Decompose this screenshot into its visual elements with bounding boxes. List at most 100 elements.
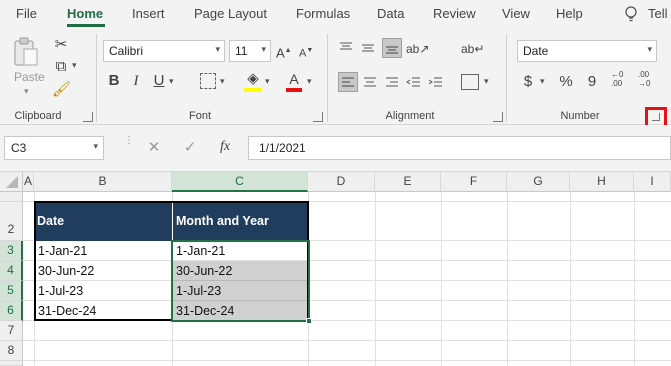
- tab-file[interactable]: File: [16, 6, 37, 21]
- cancel-icon[interactable]: ✕: [146, 139, 162, 157]
- font-color-dropdown-icon[interactable]: ▾: [307, 76, 312, 87]
- tab-data[interactable]: Data: [377, 6, 404, 21]
- row-header-8[interactable]: 8: [0, 341, 23, 361]
- tab-tell-me[interactable]: Tell: [648, 6, 668, 21]
- enter-icon[interactable]: ✓: [182, 139, 198, 157]
- align-middle-icon[interactable]: [360, 40, 376, 56]
- increase-indent-icon[interactable]: [428, 74, 444, 90]
- column-header-e[interactable]: E: [375, 172, 441, 192]
- format-painter-icon[interactable]: 🖌: [52, 81, 71, 99]
- chevron-down-icon: ▾: [647, 44, 652, 54]
- column-header-d[interactable]: D: [308, 172, 375, 192]
- fill-color-icon[interactable]: ◈: [244, 70, 262, 88]
- row-header-6[interactable]: 6: [0, 301, 23, 321]
- fill-dropdown-icon[interactable]: ▾: [265, 76, 270, 87]
- clipboard-launcher-icon[interactable]: [83, 112, 93, 122]
- font-color-icon[interactable]: A: [286, 70, 302, 88]
- insert-function-icon[interactable]: fx: [220, 139, 230, 155]
- bold-icon[interactable]: B: [106, 72, 122, 90]
- row-header-2[interactable]: 2: [0, 202, 23, 241]
- chevron-down-icon: ▾: [215, 44, 220, 54]
- paste-icon[interactable]: [12, 36, 40, 68]
- merge-center-icon[interactable]: [461, 74, 479, 90]
- align-bottom-icon[interactable]: [382, 38, 402, 58]
- align-right-icon[interactable]: [384, 74, 400, 90]
- underline-icon[interactable]: U: [151, 72, 167, 90]
- currency-dropdown-icon[interactable]: ▾: [540, 76, 545, 87]
- fill-handle[interactable]: [306, 318, 312, 324]
- column-header-f[interactable]: F: [441, 172, 507, 192]
- number-format-combo[interactable]: Date ▾: [517, 40, 657, 62]
- font-name-combo[interactable]: Calibri ▾: [103, 40, 225, 62]
- row-header-1[interactable]: [0, 192, 23, 202]
- italic-icon[interactable]: I: [128, 72, 144, 90]
- cell-b5[interactable]: 1-Jul-23: [35, 281, 83, 301]
- tab-view[interactable]: View: [502, 6, 530, 21]
- tab-home-underline: [67, 24, 105, 27]
- underline-dropdown-icon[interactable]: ▾: [169, 76, 174, 87]
- cut-icon[interactable]: ✂: [52, 36, 70, 54]
- column-header-i[interactable]: I: [634, 172, 671, 192]
- font-color-swatch: [286, 88, 302, 92]
- gridline: [23, 360, 671, 361]
- column-header-h[interactable]: H: [570, 172, 634, 192]
- paste-label[interactable]: Paste: [14, 70, 45, 84]
- lightbulb-icon[interactable]: [622, 5, 640, 23]
- column-header-g[interactable]: G: [507, 172, 570, 192]
- tab-page-layout[interactable]: Page Layout: [194, 6, 267, 21]
- column-header-c[interactable]: C: [172, 172, 308, 192]
- alignment-group-label: Alignment: [385, 110, 435, 122]
- align-top-icon[interactable]: [338, 40, 354, 56]
- decrease-decimal-icon[interactable]: .00 →0: [638, 70, 658, 92]
- row-header-7[interactable]: 7: [0, 321, 23, 341]
- percent-icon[interactable]: %: [558, 73, 574, 91]
- font-name-value: Calibri: [109, 44, 144, 58]
- cell-c4[interactable]: 30-Jun-22: [173, 261, 232, 281]
- wrap-text-icon[interactable]: ab↵: [461, 40, 484, 58]
- copy-dropdown-icon[interactable]: ▾: [72, 60, 77, 71]
- borders-dropdown-icon[interactable]: ▾: [220, 76, 225, 87]
- drag-handle-icon[interactable]: ⋮: [124, 136, 134, 158]
- currency-icon[interactable]: $: [521, 73, 535, 91]
- separator: [506, 34, 507, 122]
- name-box[interactable]: C3 ▾: [4, 136, 104, 160]
- alignment-launcher-icon[interactable]: [493, 112, 503, 122]
- font-size-combo[interactable]: 11 ▾: [229, 40, 271, 62]
- row-header-5[interactable]: 5: [0, 281, 23, 301]
- decrease-indent-icon[interactable]: [406, 74, 422, 90]
- paste-dropdown-icon[interactable]: ▾: [24, 86, 29, 97]
- number-format-launcher-icon[interactable]: [652, 113, 660, 121]
- font-launcher-icon[interactable]: [313, 112, 323, 122]
- header-cell-date[interactable]: Date: [34, 202, 172, 241]
- align-center-icon[interactable]: [362, 74, 378, 90]
- shrink-font-icon[interactable]: A▼: [299, 42, 313, 63]
- cell-c3[interactable]: 1-Jan-21: [173, 241, 225, 261]
- separator: [96, 34, 97, 122]
- tab-help[interactable]: Help: [556, 6, 583, 21]
- header-cell-month-year[interactable]: Month and Year: [172, 202, 308, 241]
- formula-input[interactable]: 1/1/2021: [248, 136, 671, 160]
- row-header-3[interactable]: 3: [0, 241, 23, 261]
- borders-icon[interactable]: [200, 73, 216, 89]
- comma-style-icon[interactable]: 9: [586, 73, 598, 91]
- tab-insert[interactable]: Insert: [132, 6, 165, 21]
- row-header-4[interactable]: 4: [0, 261, 23, 281]
- row-header-9[interactable]: [0, 361, 23, 366]
- tab-home[interactable]: Home: [67, 6, 103, 21]
- cell-c5[interactable]: 1-Jul-23: [173, 281, 221, 301]
- tab-formulas[interactable]: Formulas: [296, 6, 350, 21]
- cell-b3[interactable]: 1-Jan-21: [35, 241, 87, 261]
- copy-icon[interactable]: ⧉: [52, 58, 70, 76]
- merge-dropdown-icon[interactable]: ▾: [484, 76, 489, 87]
- cell-b6[interactable]: 31-Dec-24: [35, 301, 96, 321]
- increase-decimal-icon[interactable]: ←0.00: [611, 70, 631, 92]
- grow-font-icon[interactable]: A▲: [276, 42, 292, 62]
- column-header-a[interactable]: A: [23, 172, 34, 192]
- column-header-b[interactable]: B: [34, 172, 172, 192]
- cell-c6[interactable]: 31-Dec-24: [173, 301, 234, 321]
- cell-b4[interactable]: 30-Jun-22: [35, 261, 94, 281]
- align-left-icon[interactable]: [338, 72, 358, 92]
- tab-review[interactable]: Review: [433, 6, 476, 21]
- select-all-corner[interactable]: [0, 172, 23, 192]
- orientation-icon[interactable]: ab↗: [406, 40, 429, 58]
